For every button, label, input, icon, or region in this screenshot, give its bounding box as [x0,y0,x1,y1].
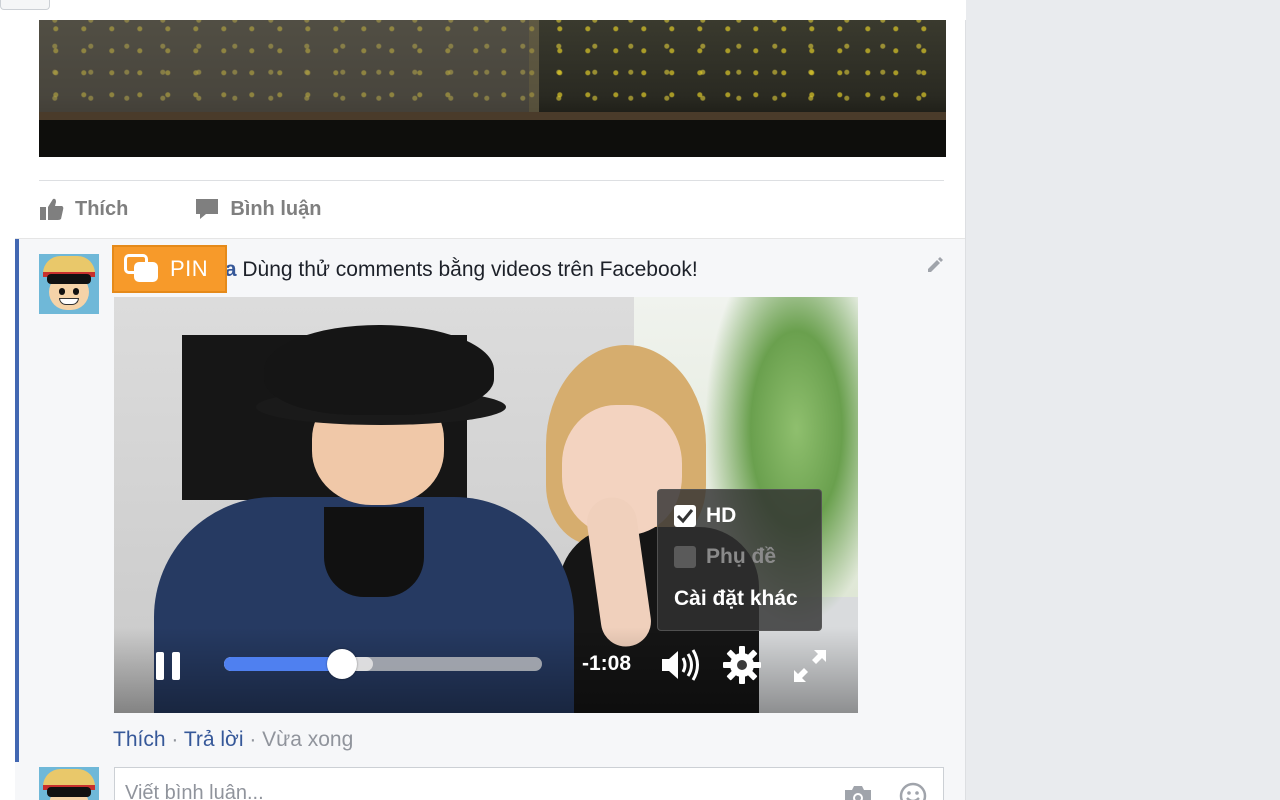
subtitles-toggle[interactable]: Phụ đề [674,545,776,569]
image-seam [529,20,539,120]
pin-label: PIN [170,256,209,281]
checkmark-icon [676,509,694,524]
comment-like-link[interactable]: Thích [113,728,166,751]
image-base [39,120,946,157]
subtitles-checkbox [674,546,696,568]
comment-input[interactable] [125,782,805,800]
like-label: Thích [75,197,129,220]
pencil-icon[interactable] [925,255,943,273]
hd-toggle[interactable]: HD [674,504,736,528]
top-bar [0,0,966,20]
progress-scrubber[interactable] [326,649,357,679]
comment-action-row: Thích · Trả lời · Vừa xong [113,728,353,752]
separator-dot: · [165,728,184,751]
comment-body: ha Dùng thử comments bằng videos trên Fa… [212,258,698,282]
hd-checkbox [674,505,696,527]
pause-icon [156,652,164,680]
post-image[interactable] [39,20,946,157]
video-controls: -1:08 [114,640,858,692]
hd-label: HD [706,504,737,527]
current-user-avatar[interactable] [39,767,99,800]
avatar-hair [47,274,91,284]
comment-highlight-bar [15,239,19,762]
video-progress-bar[interactable] [224,649,542,679]
image-plank [39,112,946,120]
video-person-left-hat [264,325,494,415]
more-settings-label: Cài đặt khác [674,587,798,610]
fullscreen-icon[interactable] [790,646,830,686]
video-settings-menu: HD Phụ đề Cài đặt khác [657,489,822,631]
comment-label: Bình luận [230,197,322,220]
comment-message: Dùng thử comments bằng videos trên Faceb… [236,258,698,281]
emoji-icon[interactable] [899,782,927,800]
comment-button[interactable]: Bình luận [194,196,321,222]
camera-icon[interactable] [843,784,873,800]
pause-icon-bar [172,652,180,680]
time-remaining: -1:08 [582,652,632,675]
pin-icon [124,254,158,284]
reply-box [114,767,944,800]
volume-icon[interactable] [660,647,702,683]
post-action-bar: Thích Bình luận [39,190,387,228]
separator-dot: · [243,728,263,751]
pause-button[interactable] [154,652,184,680]
more-settings-item[interactable]: Cài đặt khác [674,587,798,611]
like-button[interactable]: Thích [39,196,128,222]
pin-button[interactable]: PIN [112,245,227,293]
progress-played [224,657,342,671]
top-tab[interactable] [0,0,50,10]
image-region-left [39,20,529,112]
comment-icon [196,199,219,219]
like-icon [40,198,64,220]
post-divider [39,180,944,181]
comment-reply-link[interactable]: Trả lời [184,728,244,751]
gear-icon[interactable] [722,645,762,685]
avatar-eye-left [59,288,65,295]
avatar-hair [47,787,91,797]
commenter-avatar[interactable] [39,254,99,314]
video-person-left-shirt [324,507,424,597]
subtitles-label: Phụ đề [706,545,777,568]
comment-timestamp: Vừa xong [262,728,354,751]
avatar-eye-right [73,288,79,295]
